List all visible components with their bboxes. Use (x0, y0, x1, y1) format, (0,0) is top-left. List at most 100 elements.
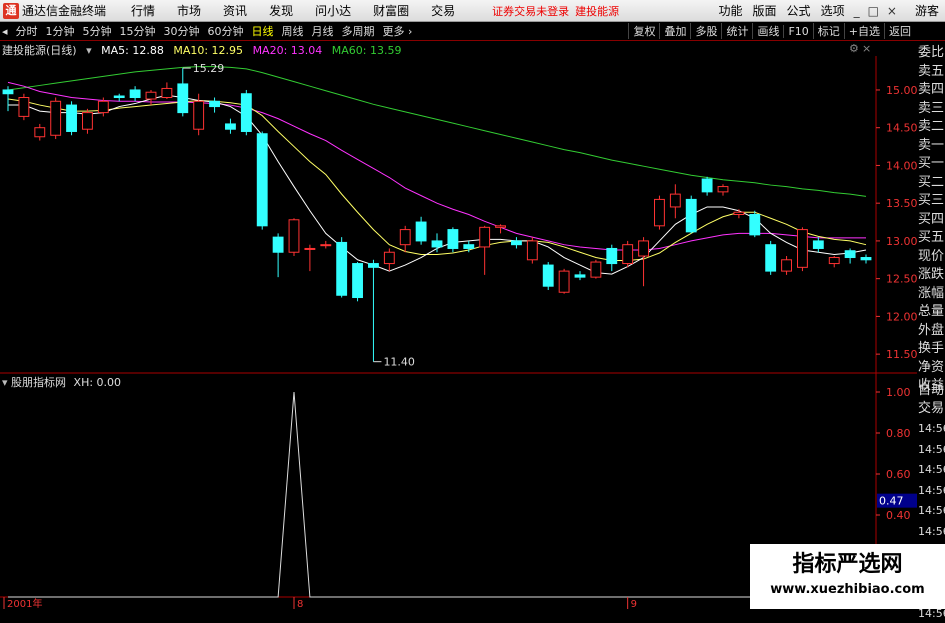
tool-overlay[interactable]: 叠加 (659, 23, 690, 39)
menu-item-assistant[interactable]: 问小达 (315, 2, 351, 19)
candle[interactable] (511, 237, 522, 249)
candle[interactable] (50, 97, 62, 140)
stock-notice[interactable]: 建投能源 (575, 3, 619, 19)
menu-item-discover[interactable]: 发现 (269, 2, 293, 19)
period-daily[interactable]: 日线 (252, 23, 274, 39)
period-more[interactable]: 更多 › (383, 23, 413, 39)
candle[interactable] (2, 86, 14, 112)
candle-body (717, 186, 729, 193)
trade-time: 14:56 (918, 442, 945, 456)
candle-body (606, 247, 618, 265)
period-1min[interactable]: 1分钟 (46, 23, 75, 39)
candle[interactable] (66, 101, 77, 136)
candle[interactable] (288, 218, 300, 257)
period-weekly[interactable]: 周线 (282, 23, 304, 39)
candle[interactable] (812, 237, 824, 253)
candle[interactable] (638, 237, 649, 287)
candle[interactable] (225, 118, 236, 134)
dropdown-icon[interactable]: ▾ (2, 376, 8, 389)
candle[interactable] (82, 108, 93, 134)
candle[interactable] (654, 195, 665, 230)
candle[interactable] (765, 240, 777, 275)
candle[interactable] (542, 262, 554, 290)
quote-field-label: 换手 (918, 341, 945, 356)
candle[interactable] (209, 97, 220, 113)
menu-item-formula[interactable]: 公式 (787, 2, 811, 19)
candle[interactable] (304, 244, 316, 272)
candle[interactable] (717, 184, 729, 196)
minimize-button[interactable]: _ (854, 4, 860, 18)
candle[interactable] (797, 227, 808, 272)
menu-item-options[interactable]: 选项 (821, 2, 845, 19)
period-intraday[interactable]: 分时 (16, 23, 38, 39)
candle[interactable] (669, 184, 681, 219)
period-5min[interactable]: 5分钟 (83, 23, 112, 39)
candle[interactable] (622, 240, 634, 268)
candle[interactable] (828, 256, 840, 268)
period-multi[interactable]: 多周期 (342, 23, 375, 39)
period-30min[interactable]: 30分钟 (164, 23, 200, 39)
candle[interactable] (558, 268, 570, 294)
candle[interactable] (272, 233, 284, 278)
tool-multi-stock[interactable]: 多股 (690, 23, 721, 39)
kline-chart[interactable]: 15.00 14.50 14.00 13.50 13.00 12.50 12.00 11.50… (0, 40, 917, 609)
candle[interactable] (161, 82, 173, 100)
candle[interactable] (574, 271, 586, 281)
candle[interactable] (383, 248, 395, 272)
candle[interactable] (749, 210, 761, 238)
menu-item-news[interactable]: 资讯 (223, 2, 247, 19)
current-value-label: 0.47 (879, 495, 904, 508)
menu-item-functions[interactable]: 功能 (719, 2, 743, 19)
menu-item-trade[interactable]: 交易 (431, 2, 455, 19)
candle[interactable] (352, 262, 363, 302)
candle[interactable] (336, 237, 348, 298)
candle[interactable] (447, 227, 459, 253)
tool-add-favorite[interactable]: +自选 (843, 23, 884, 39)
quote-field-label: 外盘 (918, 322, 945, 338)
candle[interactable] (368, 259, 379, 362)
tool-statistics[interactable]: 统计 (721, 23, 752, 39)
candle[interactable] (781, 256, 792, 275)
candle[interactable] (113, 93, 125, 102)
candle[interactable] (860, 254, 872, 264)
candle[interactable] (177, 68, 189, 117)
candle-body (240, 93, 252, 132)
tool-adjust[interactable]: 复权 (628, 23, 659, 39)
candle-body (2, 89, 14, 95)
candle[interactable] (590, 259, 602, 279)
candle[interactable] (34, 123, 46, 141)
candle[interactable] (145, 89, 157, 106)
tool-back[interactable]: 返回 (884, 23, 915, 39)
tool-f10[interactable]: F10 (783, 24, 812, 38)
period-60min[interactable]: 60分钟 (208, 23, 244, 39)
tool-mark[interactable]: 标记 (812, 23, 844, 39)
close-button[interactable]: × (887, 4, 897, 18)
candle[interactable] (526, 237, 538, 264)
candle[interactable] (320, 240, 332, 249)
candle[interactable] (685, 195, 697, 234)
menu-item-layout[interactable]: 版面 (753, 2, 777, 19)
candle[interactable] (415, 216, 427, 245)
candle[interactable] (844, 248, 856, 264)
guest-label[interactable]: 游客 (915, 2, 939, 19)
period-monthly[interactable]: 月线 (312, 23, 334, 39)
candle[interactable] (606, 244, 618, 272)
candle[interactable] (733, 209, 745, 219)
menu-item-market-quotes[interactable]: 行情 (131, 2, 155, 19)
candle[interactable] (256, 131, 268, 230)
indicator-tick-label: 0.60 (886, 468, 911, 481)
candle[interactable] (18, 93, 30, 121)
period-15min[interactable]: 15分钟 (120, 23, 156, 39)
candle[interactable] (240, 89, 252, 136)
menu-item-market[interactable]: 市场 (177, 2, 201, 19)
collapse-icon[interactable]: ◂ (2, 25, 8, 38)
maximize-button[interactable]: □ (868, 4, 879, 18)
login-notice[interactable]: 证券交易未登录 (492, 3, 569, 19)
candle[interactable] (129, 86, 141, 102)
candle[interactable] (431, 233, 443, 253)
candle[interactable] (479, 225, 491, 275)
tool-draw-line[interactable]: 画线 (752, 23, 783, 39)
candle[interactable] (701, 176, 713, 196)
menu-item-wealth-circle[interactable]: 财富圈 (373, 2, 409, 19)
candle[interactable] (399, 225, 411, 253)
